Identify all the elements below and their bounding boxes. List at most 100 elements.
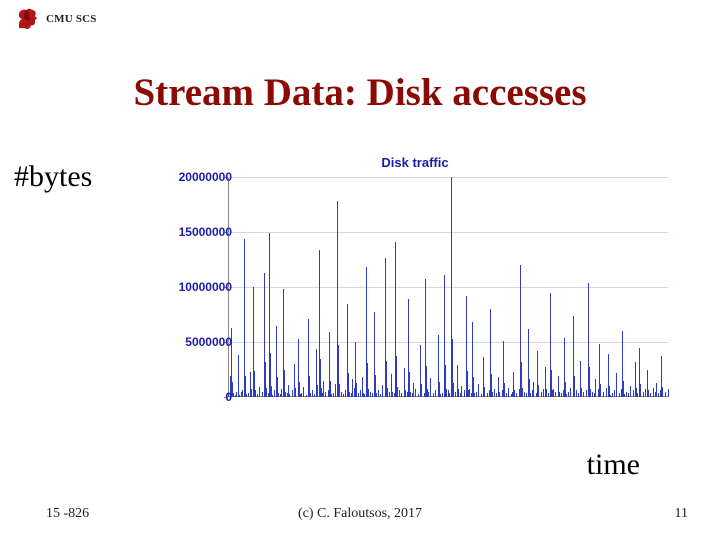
- data-spike: [266, 388, 267, 397]
- data-spike: [345, 390, 346, 397]
- data-spike: [352, 379, 353, 397]
- x-axis-caption: time: [587, 448, 640, 482]
- data-spike: [303, 387, 304, 397]
- data-spike: [301, 393, 302, 397]
- data-spike: [656, 383, 657, 397]
- data-spike: [317, 385, 318, 397]
- data-spike: [244, 239, 245, 397]
- data-spike: [489, 390, 490, 397]
- data-spike: [433, 393, 434, 397]
- data-spike: [658, 393, 659, 397]
- data-spike: [236, 392, 237, 398]
- data-spike: [538, 385, 539, 397]
- data-spike: [595, 393, 596, 397]
- data-spike: [387, 388, 388, 397]
- data-spike: [370, 392, 371, 398]
- data-spike: [628, 393, 629, 397]
- data-spike: [626, 392, 627, 398]
- data-spike: [533, 382, 534, 397]
- data-spike: [356, 383, 357, 397]
- y-axis-caption: #bytes: [14, 160, 92, 194]
- data-spike: [415, 389, 416, 397]
- data-spike: [239, 395, 240, 397]
- data-spike: [233, 393, 234, 397]
- data-spike: [364, 394, 365, 397]
- gridline: [228, 342, 668, 343]
- data-spike: [526, 393, 527, 397]
- data-spike: [418, 394, 419, 397]
- data-spike: [339, 384, 340, 397]
- data-spike: [630, 386, 631, 397]
- data-spike: [650, 393, 651, 397]
- gridline: [228, 177, 668, 178]
- data-spike: [636, 388, 637, 397]
- data-spike: [280, 394, 281, 397]
- data-spike: [421, 384, 422, 397]
- data-spike: [616, 392, 617, 398]
- data-spike: [453, 383, 454, 397]
- data-spike: [331, 394, 332, 397]
- data-spike: [586, 390, 587, 397]
- ytick-label: 10000000: [179, 280, 232, 294]
- griffin-logo-icon: [14, 6, 40, 32]
- data-spike: [246, 394, 247, 397]
- data-spike: [397, 387, 398, 397]
- data-spike: [568, 392, 569, 398]
- data-spike: [292, 390, 293, 397]
- gridline: [228, 232, 668, 233]
- data-spike: [442, 393, 443, 397]
- data-spike: [610, 395, 611, 397]
- data-spike: [532, 390, 533, 397]
- data-spike: [314, 394, 315, 397]
- data-spike: [399, 390, 400, 397]
- ytick-label: 15000000: [179, 225, 232, 239]
- data-spike: [435, 390, 436, 397]
- data-spike: [251, 389, 252, 397]
- data-spike: [576, 390, 577, 397]
- data-spike: [653, 388, 654, 397]
- data-spike: [553, 389, 554, 397]
- data-spike: [511, 394, 512, 397]
- data-spike: [640, 384, 641, 397]
- data-spike: [289, 394, 290, 397]
- data-spike: [325, 392, 326, 398]
- data-spike: [321, 388, 322, 397]
- data-spike: [382, 385, 383, 397]
- data-spike: [335, 384, 336, 397]
- ytick-label: 20000000: [179, 170, 232, 184]
- data-spike: [448, 390, 449, 397]
- data-spike: [504, 383, 505, 397]
- data-spike: [341, 392, 342, 398]
- data-spike: [530, 393, 531, 397]
- data-spike: [464, 390, 465, 397]
- data-spike: [285, 392, 286, 398]
- data-spike: [333, 393, 334, 397]
- data-spike: [619, 393, 620, 397]
- data-spike: [262, 392, 263, 398]
- data-spike: [592, 392, 593, 398]
- data-spike: [449, 393, 450, 397]
- data-spike: [506, 393, 507, 397]
- data-spike: [492, 392, 493, 398]
- data-spike: [358, 393, 359, 397]
- data-spike: [499, 392, 500, 398]
- data-spike: [469, 389, 470, 397]
- data-spike: [637, 393, 638, 397]
- data-spike: [310, 393, 311, 397]
- data-spike: [614, 390, 615, 397]
- header: CMU SCS: [14, 6, 97, 32]
- data-spike: [376, 393, 377, 397]
- data-spike: [380, 394, 381, 397]
- data-spike: [574, 393, 575, 397]
- data-spike: [274, 390, 275, 397]
- page-number: 11: [675, 506, 688, 522]
- data-spike: [300, 394, 301, 397]
- data-spike: [476, 392, 477, 398]
- data-spike: [578, 393, 579, 397]
- data-spike: [440, 394, 441, 397]
- data-spike: [624, 394, 625, 397]
- copyright: (c) C. Faloutsos, 2017: [0, 506, 720, 522]
- data-spike: [259, 395, 260, 397]
- data-spike: [541, 392, 542, 398]
- org-label: CMU SCS: [46, 13, 97, 25]
